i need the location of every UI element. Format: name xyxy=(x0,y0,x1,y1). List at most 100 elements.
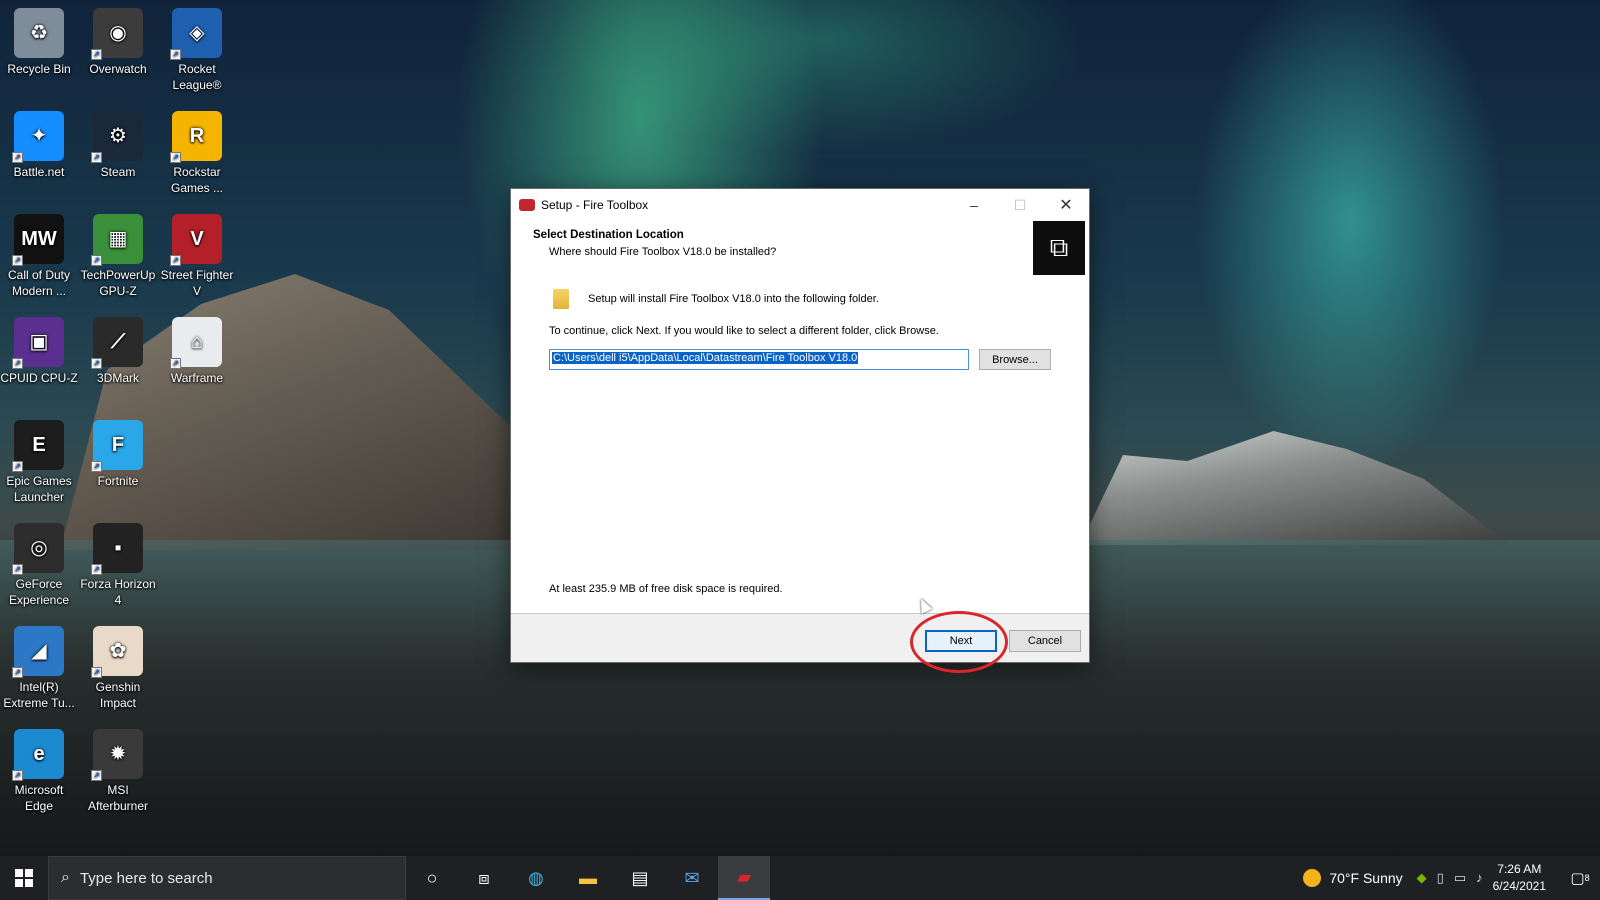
clock[interactable]: 7:26 AM 6/24/2021 xyxy=(1493,861,1546,895)
desktop-icon[interactable]: V ↗ Street Fighter V xyxy=(158,208,236,299)
browse-button[interactable]: Browse... xyxy=(979,349,1051,370)
task-view-icon[interactable]: ⧈ xyxy=(458,856,510,900)
close-button[interactable]: ✕ xyxy=(1043,189,1089,221)
gpuz-icon: ▦ ↗ xyxy=(91,214,143,266)
desktop-icon[interactable]: F ↗ Fortnite xyxy=(79,414,157,489)
maximize-button[interactable]: ☐ xyxy=(997,189,1043,221)
start-button[interactable] xyxy=(0,856,48,900)
shortcut-arrow-icon: ↗ xyxy=(12,667,23,678)
desktop-icon-label: Street Fighter V xyxy=(160,268,234,298)
desktop-icon-label: MSI Afterburner xyxy=(87,783,149,813)
window-titlebar[interactable]: Setup - Fire Toolbox – ☐ ✕ xyxy=(511,189,1089,221)
recycle-bin-icon: ♻ xyxy=(14,8,64,58)
desktop-icon-label: Epic Games Launcher xyxy=(6,474,72,504)
search-placeholder: Type here to search xyxy=(79,869,213,887)
desktop-icon-label: Microsoft Edge xyxy=(14,783,64,813)
desktop-icon[interactable]: ✦ ↗ Battle.net xyxy=(0,105,78,180)
clock-date: 6/24/2021 xyxy=(1492,879,1546,893)
device-tray-icon[interactable]: ▯ xyxy=(1437,870,1444,886)
desktop-icon[interactable]: MW ↗ Call of Duty Modern ... xyxy=(0,208,78,299)
edge-taskbar-icon[interactable]: ◍ xyxy=(510,856,562,900)
sun-icon xyxy=(1303,869,1322,887)
shortcut-arrow-icon: ↗ xyxy=(91,49,102,60)
cortana-icon[interactable]: ○ xyxy=(406,856,458,900)
cancel-button[interactable]: Cancel xyxy=(1009,630,1081,652)
weather-text: Sunny xyxy=(1362,870,1403,886)
install-info-text: Setup will install Fire Toolbox V18.0 in… xyxy=(588,293,879,305)
system-tray: 70°F Sunny ◆ ▯ ▭ ♪ 7:26 AM 6/24/2021 ▢ 8 xyxy=(1303,856,1600,900)
fire-toolbox-app-icon xyxy=(519,199,535,211)
shortcut-arrow-icon: ↗ xyxy=(12,152,23,163)
desktop-icon[interactable]: ◈ ↗ Rocket League® xyxy=(158,2,236,93)
wizard-header: Select Destination Location Where should… xyxy=(511,221,1089,281)
desktop-icon-label: Battle.net xyxy=(13,165,65,179)
shortcut-arrow-icon: ↗ xyxy=(170,255,181,266)
windows-logo-icon xyxy=(15,869,33,887)
notification-center-button[interactable]: ▢ 8 xyxy=(1560,856,1600,900)
desktop-icon-label: GeForce Experience xyxy=(8,577,70,607)
weather-temp: 70°F xyxy=(1329,870,1360,886)
shortcut-arrow-icon: ↗ xyxy=(170,358,181,369)
3dmark-icon: ⟋ ↗ xyxy=(91,317,143,369)
desktop-icon[interactable]: ▦ ↗ TechPowerUp GPU-Z xyxy=(79,208,157,299)
clock-time: 7:26 AM xyxy=(1497,862,1542,876)
desktop-icon[interactable]: E ↗ Epic Games Launcher xyxy=(0,414,78,505)
shortcut-arrow-icon: ↗ xyxy=(91,461,102,472)
continue-info-text: To continue, click Next. If you would li… xyxy=(549,325,939,337)
store-icon[interactable]: ▤ xyxy=(614,856,666,900)
desktop-icon[interactable]: ⌂ ↗ Warframe xyxy=(158,311,236,386)
shortcut-arrow-icon: ↗ xyxy=(12,564,23,575)
rocket-league-icon: ◈ ↗ xyxy=(170,8,222,60)
taskbar: ⌕ Type here to search ○ ⧈ ◍ ▬ ▤ ✉ ▰ 70°F… xyxy=(0,856,1600,900)
setup-logo-icon: ⧉ xyxy=(1033,221,1085,275)
desktop-icon[interactable]: ✿ ↗ Genshin Impact xyxy=(79,620,157,711)
desktop-icon-label: Forza Horizon 4 xyxy=(80,577,156,607)
call-of-duty-icon: MW ↗ xyxy=(12,214,64,266)
destination-path-input[interactable]: C:\Users\dell i5\AppData\Local\Datastrea… xyxy=(549,349,969,370)
desktop-icon-label: Overwatch xyxy=(89,62,147,76)
nvidia-tray-icon[interactable]: ◆ xyxy=(1417,870,1427,886)
tray-icons: ◆ ▯ ▭ ♪ xyxy=(1417,870,1483,886)
shortcut-arrow-icon: ↗ xyxy=(91,667,102,678)
shortcut-arrow-icon: ↗ xyxy=(12,770,23,781)
desktop-icon[interactable]: ♻ Recycle Bin xyxy=(0,2,78,77)
desktop-icon[interactable]: ◉ ↗ Overwatch xyxy=(79,2,157,77)
desktop-icon[interactable]: ◎ ↗ GeForce Experience xyxy=(0,517,78,608)
desktop-icon-label: CPUID CPU-Z xyxy=(0,371,78,385)
edge-icon: e ↗ xyxy=(12,729,64,781)
steam-icon: ⚙ ↗ xyxy=(91,111,143,163)
desktop-icon[interactable]: ⟋ ↗ 3DMark xyxy=(79,311,157,386)
notification-icon: ▢ xyxy=(1570,870,1585,887)
taskbar-search-box[interactable]: ⌕ Type here to search xyxy=(48,856,406,900)
desktop-icon[interactable]: ⚙ ↗ Steam xyxy=(79,105,157,180)
desktop-icon-label: Steam xyxy=(100,165,136,179)
shortcut-arrow-icon: ↗ xyxy=(91,770,102,781)
mail-icon[interactable]: ✉ xyxy=(666,856,718,900)
fire-toolbox-taskbar-icon[interactable]: ▰ xyxy=(718,856,770,900)
desktop-icon-label: TechPowerUp GPU-Z xyxy=(80,268,156,298)
minimize-button[interactable]: – xyxy=(951,189,997,221)
desktop-icon[interactable]: ▪ ↗ Forza Horizon 4 xyxy=(79,517,157,608)
warframe-icon: ⌂ ↗ xyxy=(170,317,222,369)
desktop-icon[interactable]: ▣ ↗ CPUID CPU-Z xyxy=(0,311,78,386)
desktop-icon[interactable]: ✹ ↗ MSI Afterburner xyxy=(79,723,157,814)
shortcut-arrow-icon: ↗ xyxy=(12,461,23,472)
shortcut-arrow-icon: ↗ xyxy=(91,152,102,163)
desktop-icon[interactable]: e ↗ Microsoft Edge xyxy=(0,723,78,814)
window-title: Setup - Fire Toolbox xyxy=(541,198,649,212)
desktop-icon-label: Intel(R) Extreme Tu... xyxy=(3,680,75,710)
shortcut-arrow-icon: ↗ xyxy=(170,49,181,60)
rockstar-icon: R ↗ xyxy=(170,111,222,163)
desktop-icon[interactable]: R ↗ Rockstar Games ... xyxy=(158,105,236,196)
desktop-icon[interactable]: ◢ ↗ Intel(R) Extreme Tu... xyxy=(0,620,78,711)
page-title: Select Destination Location xyxy=(533,229,684,241)
wizard-body: Setup will install Fire Toolbox V18.0 in… xyxy=(511,281,1089,611)
file-explorer-icon[interactable]: ▬ xyxy=(562,856,614,900)
weather-widget[interactable]: 70°F Sunny xyxy=(1303,869,1403,887)
forza-icon: ▪ ↗ xyxy=(91,523,143,575)
shortcut-arrow-icon: ↗ xyxy=(91,255,102,266)
network-icon[interactable]: ▭ xyxy=(1454,870,1466,886)
desktop-icon-label: Warframe xyxy=(170,371,224,385)
volume-icon[interactable]: ♪ xyxy=(1476,870,1483,886)
folder-icon xyxy=(553,289,569,309)
